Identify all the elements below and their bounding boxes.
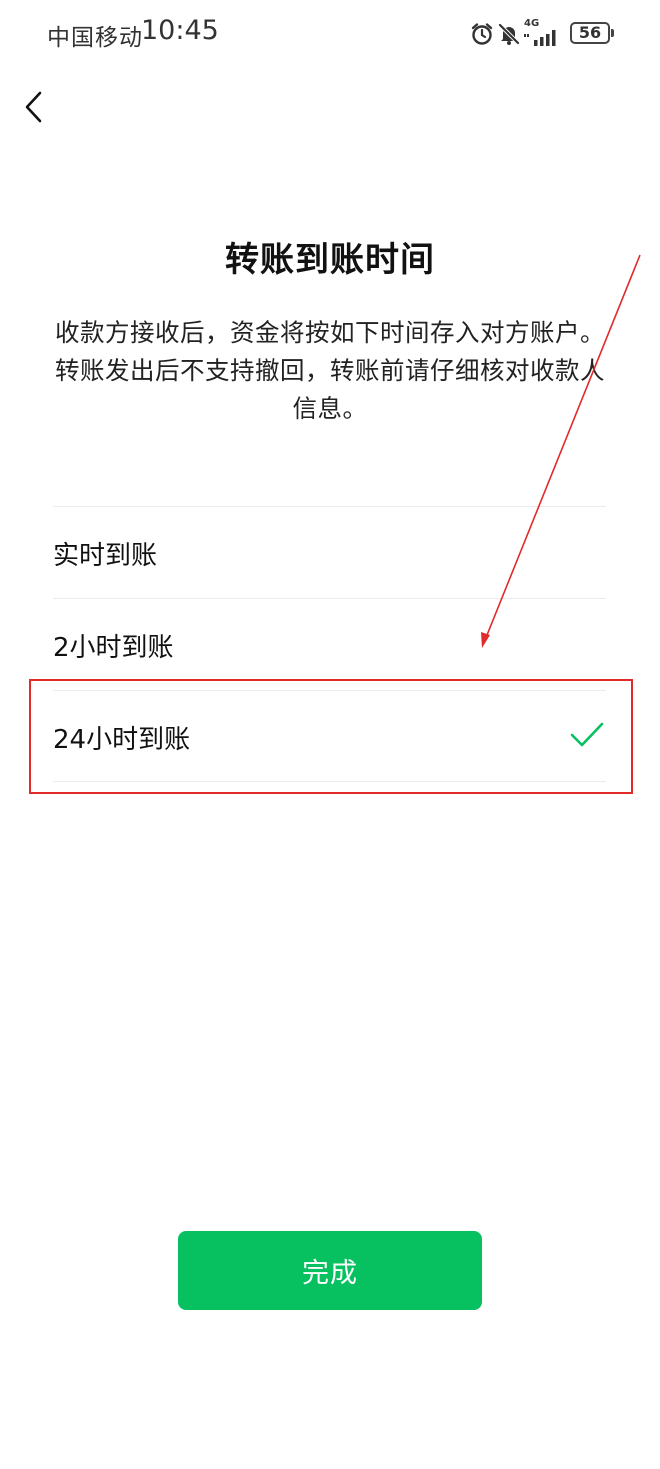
status-bar: 中国移动 10:45 4G 56 (0, 0, 660, 70)
battery-indicator: 56 (570, 22, 614, 44)
network-type: 4G (524, 18, 540, 29)
checkmark-icon (570, 722, 604, 747)
option-label: 实时到账 (53, 541, 158, 571)
done-button[interactable]: 完成 (178, 1231, 482, 1310)
option-2-hours[interactable]: 2小时到账 (53, 598, 606, 690)
option-label: 2小时到账 (53, 633, 174, 663)
mute-bell-icon (498, 23, 520, 45)
status-time: 10:45 (141, 15, 219, 46)
page-description: 收款方接收后，资金将按如下时间存入对方账户。转账发出后不支持撤回，转账前请仔细核… (55, 318, 605, 423)
option-label: 24小时到账 (53, 725, 191, 755)
arrival-time-options: 实时到账 2小时到账 24小时到账 (53, 506, 606, 782)
page-title: 转账到账时间 (225, 240, 435, 280)
chevron-left-icon (25, 91, 42, 123)
option-24-hours[interactable]: 24小时到账 (53, 690, 606, 782)
option-realtime[interactable]: 实时到账 (53, 506, 606, 598)
alarm-icon (471, 23, 493, 45)
carrier-name: 中国移动 (47, 25, 143, 51)
back-button[interactable] (16, 84, 56, 130)
signal-icon (524, 30, 556, 46)
